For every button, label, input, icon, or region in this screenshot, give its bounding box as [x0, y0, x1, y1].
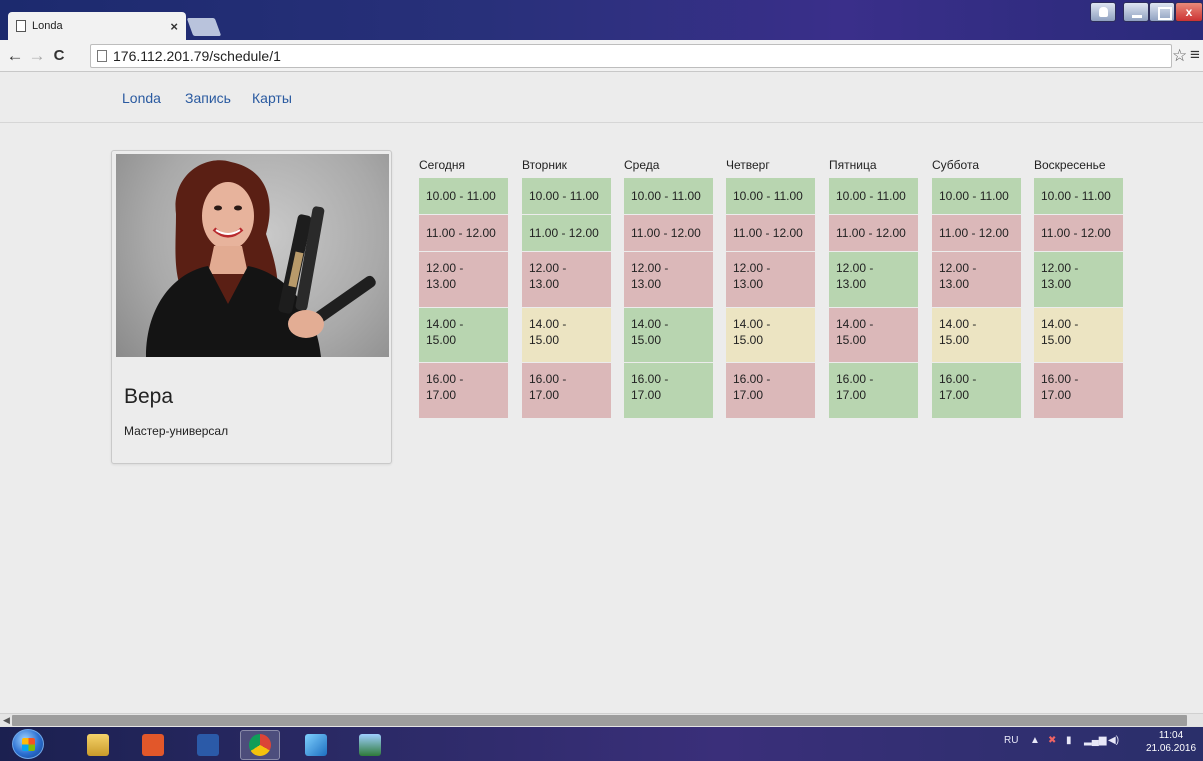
- photo-viewer-icon: [359, 734, 381, 756]
- day-header: Сегодня: [419, 158, 465, 172]
- nav-brand-link[interactable]: Londa: [122, 90, 161, 106]
- day-header: Пятница: [829, 158, 877, 172]
- time-slot[interactable]: 16.00 - 17.00: [419, 363, 508, 418]
- day-header: Воскресенье: [1034, 158, 1106, 172]
- tab-title: Londa: [32, 20, 63, 32]
- time-slot[interactable]: 12.00 - 13.00: [419, 252, 508, 307]
- time-slot[interactable]: 12.00 - 13.00: [522, 252, 611, 307]
- folder-icon: [87, 734, 109, 756]
- maximize-button[interactable]: [1149, 2, 1175, 22]
- taskbar-media-player[interactable]: [133, 730, 173, 760]
- master-name: Вера: [124, 385, 174, 408]
- signal-icon[interactable]: ▂▄▆: [1084, 735, 1106, 746]
- network-error-icon[interactable]: ✖: [1048, 735, 1056, 746]
- power-icon[interactable]: ▮: [1066, 735, 1072, 746]
- taskbar-app[interactable]: [296, 730, 336, 760]
- media-player-icon: [142, 734, 164, 756]
- time-slot[interactable]: 14.00 - 15.00: [522, 308, 611, 362]
- nav-link-karty[interactable]: Карты: [252, 90, 292, 106]
- reload-button[interactable]: C: [48, 47, 70, 64]
- time-slot[interactable]: 12.00 - 13.00: [624, 252, 713, 307]
- time-slot[interactable]: 10.00 - 11.00: [419, 178, 508, 214]
- nav-link-zapis[interactable]: Запись: [185, 90, 231, 106]
- word-icon: [197, 734, 219, 756]
- time-slot[interactable]: 10.00 - 11.00: [726, 178, 815, 214]
- master-role: Мастер-универсал: [124, 424, 229, 438]
- url-text: 176.112.201.79/schedule/1: [113, 48, 281, 64]
- time-slot[interactable]: 11.00 - 12.00: [624, 215, 713, 251]
- bookmark-star-icon[interactable]: ☆: [1172, 46, 1187, 66]
- page-icon: [16, 20, 26, 32]
- time-slot[interactable]: 10.00 - 11.00: [522, 178, 611, 214]
- time-slot[interactable]: 10.00 - 11.00: [1034, 178, 1123, 214]
- scroll-left-icon[interactable]: ◀: [3, 715, 10, 726]
- taskbar-explorer[interactable]: [78, 730, 118, 760]
- time-slot[interactable]: 10.00 - 11.00: [932, 178, 1021, 214]
- site-navbar: Londa Запись Карты: [0, 73, 1203, 123]
- start-button[interactable]: [12, 729, 44, 759]
- scrollbar-thumb[interactable]: [12, 715, 1187, 726]
- clock-date: 21.06.2016: [1145, 743, 1197, 754]
- windows-taskbar: [0, 727, 1203, 761]
- time-slot[interactable]: 12.00 - 13.00: [829, 252, 918, 307]
- taskbar-chrome[interactable]: [240, 730, 280, 760]
- master-card: Вера Мастер-универсал: [111, 150, 392, 464]
- day-header: Четверг: [726, 158, 770, 172]
- day-header: Среда: [624, 158, 660, 172]
- time-slot[interactable]: 12.00 - 13.00: [1034, 252, 1123, 307]
- time-slot[interactable]: 14.00 - 15.00: [932, 308, 1021, 362]
- chrome-icon: [249, 734, 271, 756]
- time-slot[interactable]: 14.00 - 15.00: [419, 308, 508, 362]
- browser-toolbar: ← → C 176.112.201.79/schedule/1 ☆ ≡: [0, 40, 1203, 72]
- time-slot[interactable]: 16.00 - 17.00: [829, 363, 918, 418]
- taskbar-photos[interactable]: [350, 730, 390, 760]
- new-tab-button[interactable]: [186, 18, 222, 36]
- app-icon: [305, 734, 327, 756]
- time-slot[interactable]: 11.00 - 12.00: [726, 215, 815, 251]
- user-icon[interactable]: [1090, 2, 1116, 22]
- time-slot[interactable]: 16.00 - 17.00: [522, 363, 611, 418]
- time-slot[interactable]: 12.00 - 13.00: [726, 252, 815, 307]
- browser-tab[interactable]: Londa ×: [8, 12, 186, 40]
- volume-icon[interactable]: ◀): [1108, 735, 1119, 746]
- time-slot[interactable]: 16.00 - 17.00: [932, 363, 1021, 418]
- time-slot[interactable]: 11.00 - 12.00: [829, 215, 918, 251]
- address-bar[interactable]: 176.112.201.79/schedule/1: [90, 44, 1172, 68]
- page-icon: [97, 50, 107, 62]
- master-photo: [116, 154, 389, 357]
- time-slot[interactable]: 11.00 - 12.00: [1034, 215, 1123, 251]
- time-slot[interactable]: 16.00 - 17.00: [1034, 363, 1123, 418]
- forward-button[interactable]: →: [26, 46, 48, 66]
- day-header: Суббота: [932, 158, 979, 172]
- time-slot[interactable]: 11.00 - 12.00: [419, 215, 508, 251]
- time-slot[interactable]: 16.00 - 17.00: [726, 363, 815, 418]
- time-slot[interactable]: 11.00 - 12.00: [932, 215, 1021, 251]
- time-slot[interactable]: 14.00 - 15.00: [1034, 308, 1123, 362]
- time-slot[interactable]: 14.00 - 15.00: [726, 308, 815, 362]
- browser-titlebar: Londa × x: [0, 0, 1203, 40]
- system-clock[interactable]: 11:04 21.06.2016: [1145, 729, 1197, 755]
- time-slot[interactable]: 14.00 - 15.00: [624, 308, 713, 362]
- tray-expand-icon[interactable]: ▲: [1030, 735, 1040, 746]
- time-slot[interactable]: 10.00 - 11.00: [624, 178, 713, 214]
- back-button[interactable]: ←: [4, 46, 26, 66]
- horizontal-scrollbar[interactable]: ◀: [0, 713, 1203, 727]
- time-slot[interactable]: 12.00 - 13.00: [932, 252, 1021, 307]
- minimize-button[interactable]: [1123, 2, 1149, 22]
- clock-time: 11:04: [1158, 730, 1184, 741]
- browser-menu-icon[interactable]: ≡: [1190, 45, 1200, 65]
- time-slot[interactable]: 10.00 - 11.00: [829, 178, 918, 214]
- time-slot[interactable]: 11.00 - 12.00: [522, 215, 611, 251]
- tab-close-icon[interactable]: ×: [170, 19, 178, 34]
- time-slot[interactable]: 14.00 - 15.00: [829, 308, 918, 362]
- day-header: Вторник: [522, 158, 567, 172]
- taskbar-word[interactable]: [188, 730, 228, 760]
- language-indicator[interactable]: RU: [1004, 735, 1018, 746]
- time-slot[interactable]: 16.00 - 17.00: [624, 363, 713, 418]
- close-window-button[interactable]: x: [1175, 2, 1203, 22]
